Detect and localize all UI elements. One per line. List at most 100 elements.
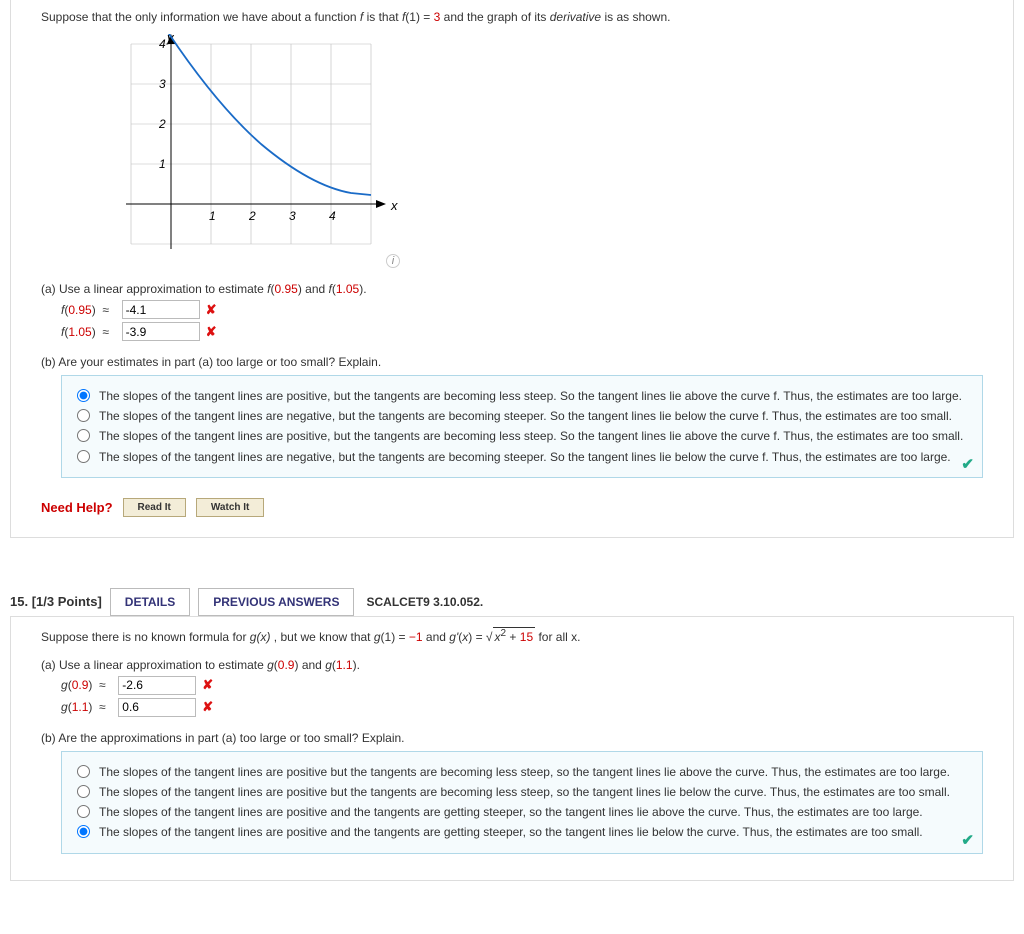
q15-part-b-label: (b) Are the approximations in part (a) t… (41, 731, 983, 745)
q14-radio-box: The slopes of the tangent lines are posi… (61, 375, 983, 478)
question-number: 15. [1/3 Points] (10, 594, 102, 609)
text: g (267, 658, 274, 672)
q15-part-a-label: (a) Use a linear approximation to estima… (41, 658, 983, 672)
radio-input[interactable] (77, 785, 90, 798)
radio-input[interactable] (77, 429, 90, 442)
radio-input[interactable] (77, 389, 90, 402)
radio-input[interactable] (77, 825, 90, 838)
q14-intro: Suppose that the only information we hav… (41, 10, 983, 24)
text: and (305, 282, 328, 296)
answer-input-f095[interactable] (122, 300, 200, 319)
answer-input-g09[interactable] (118, 676, 196, 695)
radio-option[interactable]: The slopes of the tangent lines are posi… (72, 804, 972, 820)
svg-text:2: 2 (158, 117, 166, 131)
radio-label: The slopes of the tangent lines are posi… (99, 428, 963, 444)
need-help-label: Need Help? (41, 500, 113, 515)
text: is as shown. (604, 10, 670, 24)
text: and (426, 630, 449, 644)
radio-input[interactable] (77, 450, 90, 463)
derivative-graph: 1 2 3 4 1 2 3 4 x y i (101, 34, 983, 268)
radio-label: The slopes of the tangent lines are posi… (99, 804, 923, 820)
previous-answers-button[interactable]: PREVIOUS ANSWERS (198, 588, 354, 616)
text: f (402, 10, 405, 24)
text: f (329, 282, 332, 296)
answer-label: g(0.9) ≈ (61, 678, 112, 692)
svg-text:3: 3 (159, 77, 166, 91)
radio-option[interactable]: The slopes of the tangent lines are nega… (72, 449, 972, 465)
answer-label: g(1.1) ≈ (61, 700, 112, 714)
text: is that (367, 10, 402, 24)
radio-option[interactable]: The slopes of the tangent lines are posi… (72, 824, 972, 840)
text: g (374, 630, 381, 644)
radio-label: The slopes of the tangent lines are posi… (99, 764, 950, 780)
wrong-icon: ✘ (206, 302, 217, 318)
correct-icon: ✔ (961, 831, 974, 849)
q14-answer-row-2: f(1.05) ≈ ✘ (61, 322, 983, 341)
wrong-icon: ✘ (202, 699, 213, 715)
text: f (267, 282, 270, 296)
text: derivative (550, 10, 601, 24)
text: g' (449, 630, 458, 644)
answer-input-f105[interactable] (122, 322, 200, 341)
radio-label: The slopes of the tangent lines are posi… (99, 388, 962, 404)
radio-label: The slopes of the tangent lines are nega… (99, 408, 952, 424)
text: g (325, 658, 332, 672)
answer-label: f(0.95) ≈ (61, 303, 116, 317)
radio-option[interactable]: The slopes of the tangent lines are posi… (72, 388, 972, 404)
text: , but we know that (274, 630, 374, 644)
watch-it-button[interactable]: Watch It (196, 498, 265, 517)
radio-option[interactable]: The slopes of the tangent lines are nega… (72, 408, 972, 424)
answer-label: f(1.05) ≈ (61, 325, 116, 339)
text: (a) Use a linear approximation to estima… (41, 658, 267, 672)
radio-input[interactable] (77, 805, 90, 818)
svg-text:2: 2 (248, 209, 256, 223)
q15-intro: Suppose there is no known formula for g(… (41, 627, 983, 644)
svg-text:1: 1 (159, 157, 166, 171)
q15-radio-box: The slopes of the tangent lines are posi… (61, 751, 983, 854)
answer-input-g11[interactable] (118, 698, 196, 717)
svg-text:3: 3 (289, 209, 296, 223)
need-help-row: Need Help? Read It Watch It (41, 498, 983, 517)
read-it-button[interactable]: Read It (123, 498, 186, 517)
correct-icon: ✔ (961, 455, 974, 473)
graph-svg: 1 2 3 4 1 2 3 4 x y (101, 34, 401, 254)
q15-answer-row-1: g(0.9) ≈ ✘ (61, 676, 983, 695)
svg-text:4: 4 (329, 209, 336, 223)
details-button[interactable]: DETAILS (110, 588, 190, 616)
q14-part-b-label: (b) Are your estimates in part (a) too l… (41, 355, 983, 369)
radio-input[interactable] (77, 409, 90, 422)
text: f (360, 10, 363, 24)
value: 1.05 (336, 282, 359, 296)
radio-option[interactable]: The slopes of the tangent lines are posi… (72, 764, 972, 780)
question-14-body: Suppose that the only information we hav… (10, 0, 1014, 538)
text: 15. (10, 594, 28, 609)
radio-label: The slopes of the tangent lines are nega… (99, 449, 951, 465)
text: . (363, 282, 366, 296)
text: for all x. (538, 630, 580, 644)
sqrt-expr: √x2 + 15 (486, 630, 535, 644)
svg-text:4: 4 (159, 37, 166, 51)
text: and (302, 658, 325, 672)
text: and the graph of its (444, 10, 550, 24)
text: [1/3 Points] (32, 594, 102, 609)
value: −1 (409, 630, 423, 644)
text: . (357, 658, 360, 672)
question-15-body: Suppose there is no known formula for g(… (10, 616, 1014, 881)
q15-answer-row-2: g(1.1) ≈ ✘ (61, 698, 983, 717)
wrong-icon: ✘ (202, 677, 213, 693)
text: Suppose that the only information we hav… (41, 10, 360, 24)
info-icon[interactable]: i (386, 254, 400, 268)
value: 3 (434, 10, 441, 24)
text: Suppose there is no known formula for (41, 630, 250, 644)
q14-answer-row-1: f(0.95) ≈ ✘ (61, 300, 983, 319)
radio-label: The slopes of the tangent lines are posi… (99, 784, 950, 800)
q15-header: 15. [1/3 Points] DETAILS PREVIOUS ANSWER… (10, 578, 1014, 616)
q14-part-a-label: (a) Use a linear approximation to estima… (41, 282, 983, 296)
value: 1.1 (336, 658, 353, 672)
radio-option[interactable]: The slopes of the tangent lines are posi… (72, 784, 972, 800)
svg-text:x: x (390, 198, 398, 213)
radio-option[interactable]: The slopes of the tangent lines are posi… (72, 428, 972, 444)
radio-input[interactable] (77, 765, 90, 778)
radio-label: The slopes of the tangent lines are posi… (99, 824, 923, 840)
svg-text:1: 1 (209, 209, 216, 223)
